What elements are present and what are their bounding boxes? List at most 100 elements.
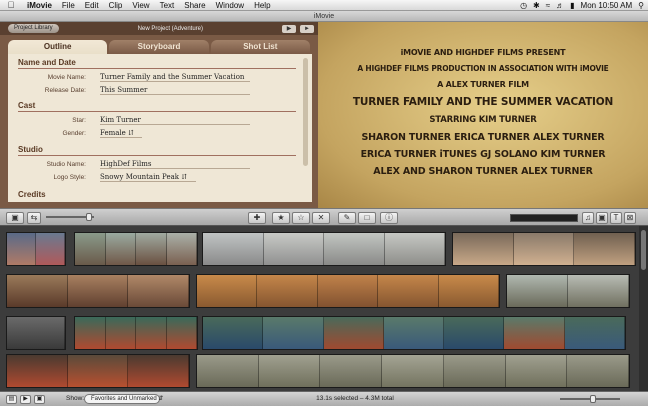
menu-bar:  iMovie File Edit Clip View Text Share …: [0, 0, 648, 11]
popup-arrows-icon: ⇵: [128, 129, 134, 137]
title-icon: T: [613, 213, 619, 222]
popup-arrows-icon: ⇵: [181, 173, 188, 181]
trailer-credits: iMOVIE AND HIGHDEF FILMS PRESENT A HIGHD…: [318, 48, 648, 177]
battery-icon[interactable]: ▮: [570, 1, 574, 10]
volume-icon[interactable]: ♬: [556, 1, 564, 10]
credit-line: iMOVIE AND HIGHDEF FILMS PRESENT: [400, 48, 566, 57]
movie-name-field[interactable]: Turner Family and the Summer Vacation: [100, 73, 250, 82]
wifi-icon[interactable]: ≈: [546, 1, 550, 10]
camera-icon: ▣: [11, 213, 19, 222]
popup-arrows-icon: ⇵: [158, 396, 164, 402]
movie-name-label: Movie Name:: [47, 74, 86, 81]
show-filter-popup[interactable]: Favorites and Unmarked ⇵: [84, 394, 164, 404]
camera-import-button[interactable]: ▣: [6, 212, 24, 224]
swap-icon: ⇆: [30, 213, 38, 222]
credit-line: ALEX AND SHARON TURNER ALEX TURNER: [373, 166, 593, 177]
preview-viewer[interactable]: iMOVIE AND HIGHDEF FILMS PRESENT A HIGHD…: [318, 22, 648, 208]
gender-popup[interactable]: Female ⇵: [100, 129, 142, 138]
star-field[interactable]: Kim Turner: [100, 116, 250, 125]
row-star: Star: Kim Turner: [8, 116, 298, 126]
add-to-project-button[interactable]: ✚: [248, 212, 266, 224]
zoom-slider-knob[interactable]: [86, 213, 92, 221]
unmark-button[interactable]: ☆: [292, 212, 310, 224]
menu-app[interactable]: iMovie: [22, 1, 57, 10]
inspector-button[interactable]: ⓘ: [380, 212, 398, 224]
add-clip-icon: ✚: [253, 213, 261, 222]
audio-meter: [510, 214, 578, 222]
selection-status: 13.1s selected – 4.3M total: [316, 395, 394, 402]
gender-value: Female: [100, 129, 126, 137]
menu-help[interactable]: Help: [249, 1, 275, 10]
event-library-button[interactable]: ▤: [6, 395, 17, 404]
credit-line: STARRING KIM TURNER: [429, 115, 537, 125]
clip-filmstrip[interactable]: [506, 274, 630, 308]
show-filter-value: Favorites and Unmarked: [91, 396, 157, 402]
fullscreen-play-button[interactable]: ▣: [34, 395, 45, 404]
play-event-button[interactable]: ▶: [20, 395, 31, 404]
row-studio-name: Studio Name: HighDef Films: [8, 160, 298, 170]
crop-button[interactable]: □: [358, 212, 376, 224]
favorite-button[interactable]: ★: [272, 212, 290, 224]
menu-share[interactable]: Share: [179, 1, 210, 10]
studio-name-field[interactable]: HighDef Films: [100, 160, 250, 169]
clip-filmstrip[interactable]: [196, 354, 630, 388]
clip-filmstrip[interactable]: [6, 232, 66, 266]
swap-button[interactable]: ⇆: [27, 212, 41, 224]
photo-browser-button[interactable]: ▣: [596, 212, 608, 224]
menu-file[interactable]: File: [57, 1, 80, 10]
music-browser-button[interactable]: ♫: [582, 212, 594, 224]
menu-text[interactable]: Text: [155, 1, 180, 10]
row-release-date: Release Date: This Summer: [8, 86, 298, 96]
clip-filmstrip[interactable]: [74, 232, 198, 266]
clip-filmstrip[interactable]: [6, 354, 190, 388]
row-gender: Gender: Female ⇵: [8, 129, 298, 139]
logo-style-value: Snowy Mountain Peak: [100, 173, 179, 181]
logo-style-label: Logo Style:: [53, 174, 86, 181]
studio-name-label: Studio Name:: [46, 161, 86, 168]
menu-window[interactable]: Window: [211, 1, 249, 10]
spotlight-icon[interactable]: ⚲: [638, 1, 644, 10]
clock[interactable]: Mon 10:50 AM: [581, 1, 633, 10]
clip-filmstrip[interactable]: [202, 316, 626, 350]
reject-x-icon: ✕: [317, 213, 325, 222]
tab-outline[interactable]: Outline: [8, 40, 108, 54]
clip-filmstrip[interactable]: [6, 274, 190, 308]
play-fullscreen-button[interactable]: ▶: [282, 24, 296, 33]
pencil-icon: ✎: [343, 213, 351, 222]
release-date-field[interactable]: This Summer: [100, 86, 250, 95]
reject-button[interactable]: ✕: [312, 212, 330, 224]
browser-scrollbar[interactable]: [639, 226, 648, 391]
menu-edit[interactable]: Edit: [80, 1, 104, 10]
bluetooth-icon[interactable]: ✱: [533, 1, 540, 10]
menu-clip[interactable]: Clip: [104, 1, 128, 10]
apple-menu-icon[interactable]: : [0, 0, 22, 10]
tab-shot-list[interactable]: Shot List: [210, 40, 310, 54]
credit-line: A ALEX TURNER FILM: [437, 80, 529, 89]
thumbnail-size-knob[interactable]: [590, 395, 596, 403]
clip-filmstrip[interactable]: [196, 274, 500, 308]
credit-line: TURNER FAMILY AND THE SUMMER VACATION: [352, 96, 614, 108]
clip-filmstrip[interactable]: [6, 316, 66, 350]
clip-filmstrip[interactable]: [202, 232, 446, 266]
outline-sheet: Name and Date Movie Name: Turner Family …: [8, 54, 312, 202]
menu-view[interactable]: View: [127, 1, 154, 10]
project-title: New Project (Adventure): [137, 25, 204, 32]
star-filled-icon: ★: [277, 213, 285, 222]
project-library-button[interactable]: Project Library: [8, 24, 59, 33]
logo-style-popup[interactable]: Snowy Mountain Peak ⇵: [100, 173, 196, 182]
clip-filmstrip[interactable]: [74, 316, 198, 350]
scrollbar-thumb[interactable]: [641, 230, 646, 270]
clip-filmstrip[interactable]: [452, 232, 636, 266]
library-icon: ▤: [8, 396, 15, 402]
transition-icon: ⊠: [626, 213, 634, 222]
transition-browser-button[interactable]: ⊠: [624, 212, 636, 224]
tab-storyboard[interactable]: Storyboard: [109, 40, 209, 54]
keyword-button[interactable]: ✎: [338, 212, 356, 224]
time-machine-icon[interactable]: ◷: [520, 1, 527, 10]
play-button[interactable]: ►: [300, 24, 314, 33]
outline-scrollbar[interactable]: [303, 58, 308, 166]
title-browser-button[interactable]: T: [610, 212, 622, 224]
crop-icon: □: [364, 213, 370, 222]
play-icon: ▶: [23, 396, 28, 402]
trailer-panel: Outline Storyboard Shot List Name and Da…: [0, 35, 318, 208]
